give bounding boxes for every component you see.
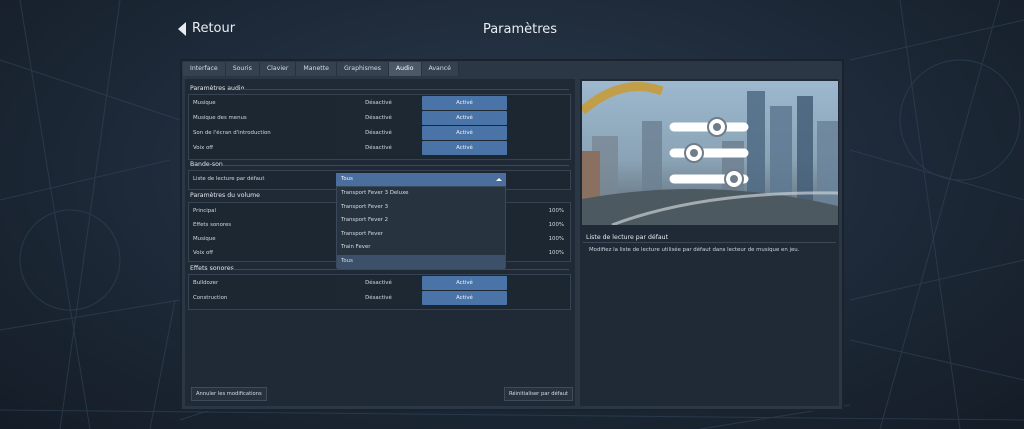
row-voice-over: Voix off Désactivé Activé (189, 141, 568, 155)
playlist-selected-value: Tous (341, 176, 353, 182)
disable-button[interactable]: Désactivé (336, 291, 421, 305)
enable-button[interactable]: Activé (422, 276, 507, 290)
disable-button[interactable]: Désactivé (336, 276, 421, 290)
row-label: Effets sonores (193, 222, 232, 228)
cancel-changes-button[interactable]: Annuler les modifications (191, 387, 267, 401)
disable-button[interactable]: Désactivé (336, 141, 421, 155)
disable-button[interactable]: Désactivé (336, 126, 421, 140)
row-intro-sound: Son de l'écran d'introduction Désactivé … (189, 126, 568, 140)
row-label: Musique (193, 100, 216, 106)
volume-value: 100% (548, 236, 564, 242)
tab-manette[interactable]: Manette (296, 62, 337, 76)
row-bulldozer: Bulldozer Désactivé Activé (189, 276, 568, 290)
preview-image (582, 81, 838, 225)
chevron-up-icon (496, 178, 502, 181)
section-divider (240, 89, 569, 90)
row-label: Musique des menus (193, 115, 247, 121)
tab-souris[interactable]: Souris (225, 62, 260, 76)
section-volume-title: Paramètres du volume (190, 192, 260, 199)
playlist-option[interactable]: Transport Fever (337, 228, 505, 242)
enable-button[interactable]: Activé (422, 96, 507, 110)
playlist-option[interactable]: Transport Fever 3 (337, 201, 505, 215)
page-title: Paramètres (482, 22, 558, 37)
info-divider (583, 242, 836, 243)
row-label: Musique (193, 236, 216, 242)
playlist-option[interactable]: Transport Fever 2 (337, 214, 505, 228)
volume-value: 100% (548, 222, 564, 228)
row-label: Son de l'écran d'introduction (193, 130, 271, 136)
playlist-option[interactable]: Transport Fever 3 Deluxe (337, 187, 505, 201)
enable-button[interactable]: Activé (422, 111, 507, 125)
city-preview-image (582, 81, 838, 225)
row-label: Principal (193, 208, 216, 214)
disable-button[interactable]: Désactivé (336, 111, 421, 125)
volume-value: 100% (548, 208, 564, 214)
section-soundtrack-title: Bande-son (190, 161, 223, 168)
tab-interface[interactable]: Interface (183, 62, 226, 76)
row-menu-music: Musique des menus Désactivé Activé (189, 111, 568, 125)
section-effects-title: Effets sonores (190, 265, 234, 272)
row-construction: Construction Désactivé Activé (189, 291, 568, 305)
row-musique: Musique Désactivé Activé (189, 96, 568, 110)
row-label: Liste de lecture par défaut (193, 176, 265, 182)
row-label: Construction (193, 295, 228, 301)
volume-value: 100% (548, 250, 564, 256)
tab-bar: Interface Souris Clavier Manette Graphis… (183, 62, 459, 76)
tab-graphismes[interactable]: Graphismes (336, 62, 389, 76)
enable-button[interactable]: Activé (422, 126, 507, 140)
playlist-select[interactable]: Tous (336, 173, 506, 186)
info-description: Modifiez la liste de lecture utilisée pa… (589, 247, 800, 253)
disable-button[interactable]: Désactivé (336, 96, 421, 110)
tab-avance[interactable]: Avancé (421, 62, 459, 76)
enable-button[interactable]: Activé (422, 291, 507, 305)
section-audio-title: Paramètres audio (190, 85, 245, 92)
enable-button[interactable]: Activé (422, 141, 507, 155)
row-label: Voix off (193, 145, 213, 151)
section-divider (232, 269, 569, 270)
tab-audio[interactable]: Audio (388, 62, 422, 76)
playlist-option[interactable]: Train Fever (337, 241, 505, 255)
playlist-option[interactable]: Tous (337, 254, 505, 269)
header: Retour Paramètres (0, 0, 1024, 60)
reset-defaults-button[interactable]: Réinitialiser par défaut (504, 387, 574, 401)
info-title: Liste de lecture par défaut (586, 234, 669, 241)
playlist-dropdown: Transport Fever 3 Deluxe Transport Fever… (336, 186, 506, 269)
section-divider (223, 165, 569, 166)
tab-clavier[interactable]: Clavier (259, 62, 297, 76)
row-label: Bulldozer (193, 280, 219, 286)
row-label: Voix off (193, 250, 213, 256)
